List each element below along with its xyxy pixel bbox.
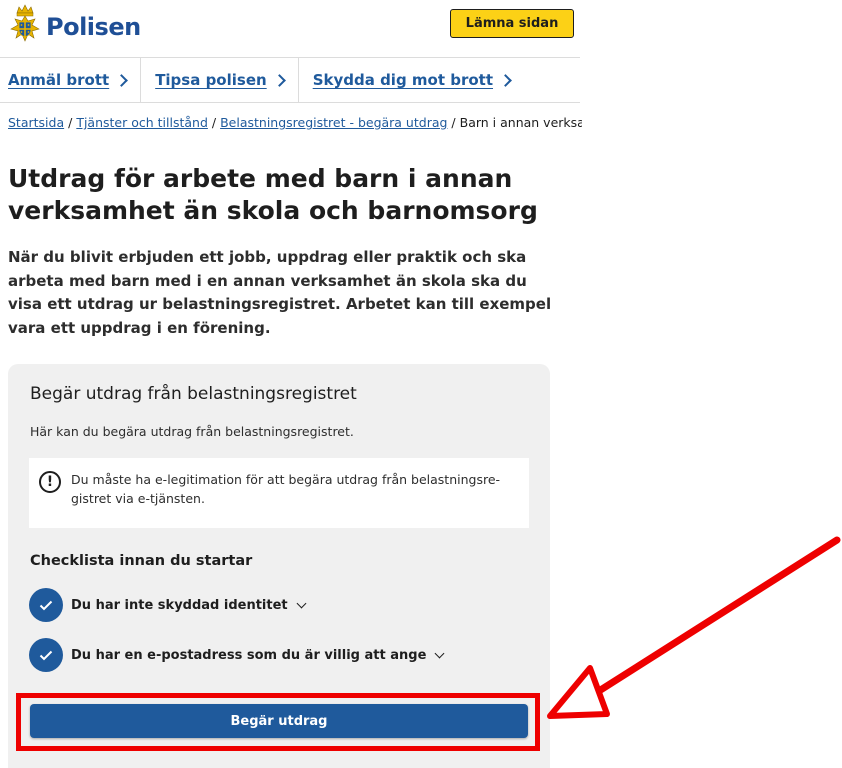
breadcrumb-separator: /	[211, 115, 217, 130]
exclamation-circle-icon: !	[39, 471, 61, 493]
leave-page-button[interactable]: Lämna sidan	[450, 9, 574, 38]
logo-link[interactable]: Polisen	[8, 3, 141, 51]
main-nav: Anmäl brott Tipsa polisen Skydda dig mot…	[0, 58, 580, 103]
checklist-item-label: Du har en e-postadress som du är villig …	[71, 647, 427, 663]
breadcrumb-separator: /	[451, 115, 456, 130]
nav-item-report-crime[interactable]: Anmäl brott	[0, 58, 142, 102]
notice-text: Du måste ha e-legitimation för att begär…	[71, 472, 501, 506]
checkmark-icon	[29, 638, 63, 672]
logo-text: Polisen	[46, 13, 141, 41]
chevron-right-icon	[115, 74, 129, 87]
chevron-down-icon	[434, 648, 445, 658]
chevron-right-icon	[499, 74, 512, 87]
nav-item-label: Anmäl brott	[8, 71, 110, 89]
police-emblem-icon	[8, 3, 42, 51]
chevron-down-icon	[296, 598, 307, 608]
nav-item-label: Tipsa polisen	[155, 71, 267, 89]
page-lead: När du blivit erbjuden ett jobb, uppdrag…	[8, 248, 552, 337]
checklist-item-label: Du har inte skyddad identitet	[71, 597, 288, 613]
breadcrumb-separator: /	[68, 115, 73, 130]
checklist-item-email[interactable]: Du har en e-postadress som du är villig …	[29, 638, 445, 672]
e-id-notice: ! Du måste ha e-legitimation för att beg…	[29, 458, 529, 528]
card-title: Begär utdrag från belastningsregistret	[30, 384, 357, 404]
annotation-highlight-box	[16, 693, 540, 751]
nav-item-protect-yourself[interactable]: Skydda dig mot brott	[299, 58, 524, 102]
card-intro: Här kan du begära utdrag från belastning…	[30, 424, 354, 439]
nav-item-label: Skydda dig mot brott	[312, 71, 494, 89]
checkmark-icon	[29, 588, 63, 622]
site-header: Polisen Lämna sidan	[0, 0, 580, 58]
checklist-item-protected-identity[interactable]: Du har inte skyddad identitet	[29, 588, 307, 622]
checklist-title: Checklista innan du startar	[30, 553, 253, 569]
page: Polisen Lämna sidan Anmäl brott Tipsa po…	[0, 0, 842, 768]
breadcrumb-link-register[interactable]: Belastningsregistret - begära utdrag	[220, 115, 447, 130]
page-title: Utdrag för arbete med barn i annan verks…	[8, 164, 538, 225]
breadcrumb: Startsida / Tjänster och tillstånd / Bel…	[8, 115, 582, 130]
breadcrumb-current: Barn i annan verksamhet	[459, 115, 582, 130]
breadcrumb-link-home[interactable]: Startsida	[8, 115, 64, 130]
chevron-right-icon	[272, 74, 286, 87]
breadcrumb-link-services[interactable]: Tjänster och tillstånd	[76, 115, 208, 130]
nav-item-tip-police[interactable]: Tipsa polisen	[141, 58, 299, 102]
